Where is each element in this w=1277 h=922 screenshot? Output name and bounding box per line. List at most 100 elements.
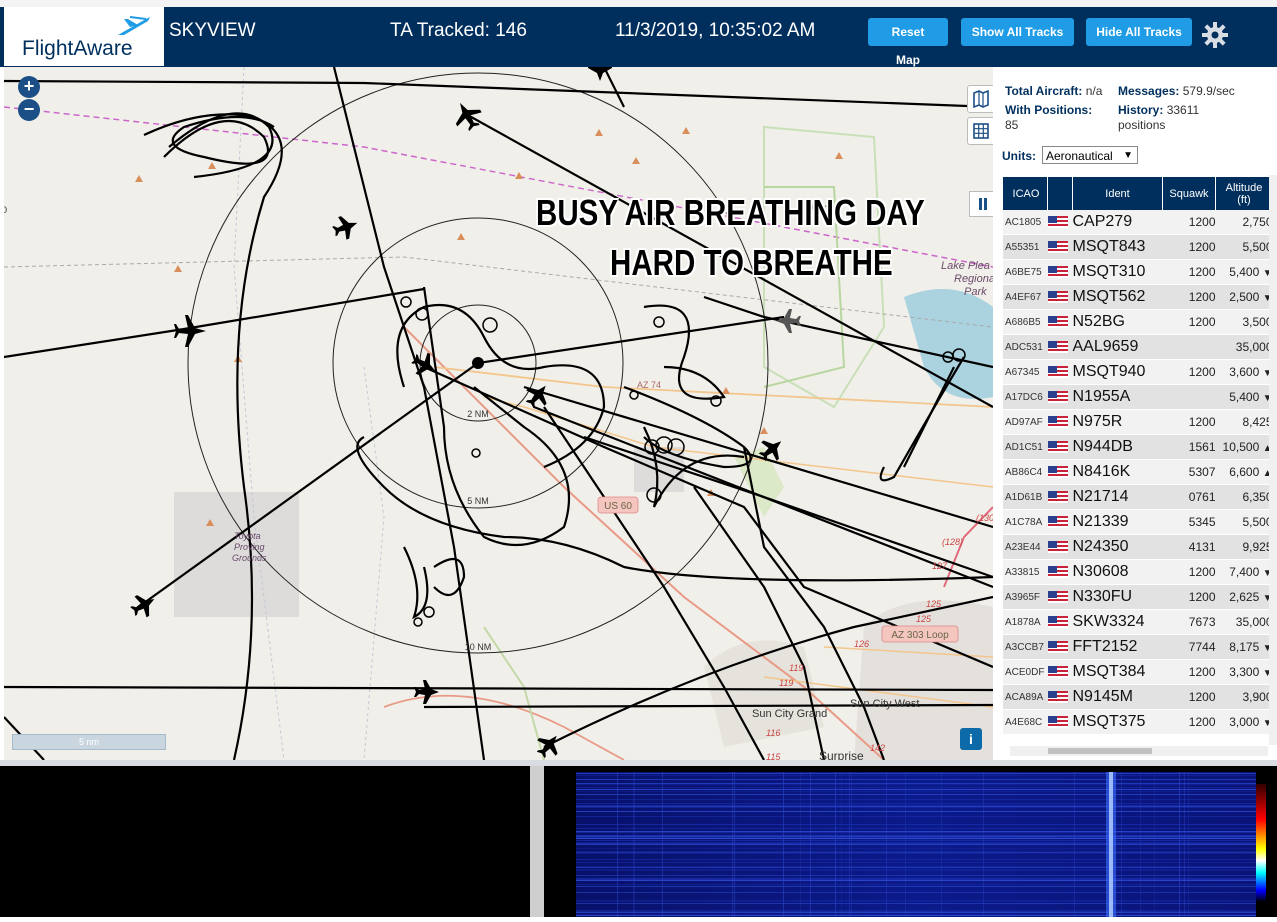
cell-squawk: 1200 (1162, 559, 1216, 585)
table-row[interactable]: AD1C51 N944DB 1561 10,500 ▲ (1003, 434, 1275, 460)
svg-text:116: 116 (766, 728, 780, 738)
units-label: Units: (1002, 149, 1036, 163)
table-row[interactable]: AB86C4 N8416K 5307 6,600 ▲ (1003, 459, 1275, 485)
cell-altitude: 35,000 (1215, 334, 1275, 360)
table-row[interactable]: A23E44 N24350 4131 9,925 (1003, 534, 1275, 560)
cell-ident: MSQT562 (1072, 284, 1163, 310)
range-rings-button[interactable] (967, 117, 993, 145)
cell-altitude: 9,925 (1215, 534, 1275, 560)
with-positions-label: With Positions: (1005, 103, 1093, 117)
cell-altitude: 5,400 ▼ (1215, 259, 1275, 285)
cell-altitude: 3,500 (1215, 309, 1275, 335)
column-toggle-icon (979, 198, 987, 210)
cell-squawk: 1200 (1162, 284, 1216, 310)
messages-stat: Messages: 579.9/sec (1118, 84, 1235, 98)
with-positions-value: 85 (1005, 118, 1019, 132)
table-row[interactable]: A1C78A N21339 5345 5,500 (1003, 509, 1275, 535)
table-row[interactable]: A33815 N30608 1200 7,400 ▼ (1003, 559, 1275, 585)
waterfall-canvas (576, 772, 1256, 917)
zoom-out-button[interactable]: − (18, 99, 40, 121)
app-title: SKYVIEW (169, 20, 256, 41)
table-row[interactable]: ACE0DF MSQT384 1200 3,300 ▼ (1003, 659, 1275, 685)
svg-text:(128): (128) (942, 537, 963, 547)
hide-all-tracks-button[interactable]: Hide All Tracks (1086, 18, 1192, 46)
black-panel (0, 766, 530, 917)
aircraft-panel: Total Aircraft: n/a Messages: 579.9/sec … (993, 67, 1277, 760)
info-button[interactable]: i (960, 728, 982, 750)
table-row[interactable]: A1D61B N21714 0761 6,350 (1003, 484, 1275, 510)
flag-us-icon (1047, 709, 1073, 735)
cell-ident: N8416K (1072, 459, 1163, 485)
cell-icao: ACA89A (1003, 684, 1048, 710)
cell-altitude: 5,400 ▼ (1215, 384, 1275, 410)
panel-separator[interactable] (530, 766, 544, 917)
svg-text:125: 125 (916, 614, 932, 624)
overlay-caption-line2: HARD TO BREATHE (610, 242, 893, 283)
cell-squawk: 1200 (1162, 210, 1216, 235)
table-row[interactable]: A55351 MSQT843 1200 5,500 (1003, 234, 1275, 260)
ta-tracked-count: TA Tracked: 146 (390, 20, 527, 41)
map-canvas[interactable]: 2 NM 5 NM 10 NM US 60 AZ 303 Loop AZ 74 … (4, 67, 993, 760)
table-row[interactable]: A4EF67 MSQT562 1200 2,500 ▼ (1003, 284, 1275, 310)
gear-icon[interactable] (1200, 20, 1230, 50)
column-header-flag[interactable] (1047, 177, 1073, 210)
reset-map-button[interactable]: Reset Map (868, 18, 948, 67)
table-row[interactable]: A3965F N330FU 1200 2,625 ▼ (1003, 584, 1275, 610)
cell-ident: MSQT843 (1072, 234, 1163, 260)
flightaware-logo[interactable]: FlightAware (4, 7, 164, 66)
svg-text:126: 126 (854, 639, 869, 649)
units-select[interactable]: Aeronautical ▼ (1042, 146, 1138, 164)
history-unit: positions (1118, 118, 1166, 132)
cell-altitude: 35,000 (1215, 609, 1275, 635)
table-row[interactable]: A686B5 N52BG 1200 3,500 (1003, 309, 1275, 335)
flag-us-icon (1047, 309, 1073, 335)
column-header-altitude[interactable]: Altitude (ft) (1215, 177, 1275, 210)
svg-text:(130: (130 (976, 513, 993, 523)
column-header-icao[interactable]: ICAO (1003, 177, 1048, 210)
window-top-strip (0, 0, 1277, 7)
panel-toggle-button[interactable] (969, 191, 993, 217)
zoom-in-button[interactable]: + (18, 76, 40, 98)
table-row[interactable]: A67345 MSQT940 1200 3,600 ▼ (1003, 359, 1275, 385)
table-row[interactable]: A17DC6 N1955A 5,400 ▼ (1003, 384, 1275, 410)
horizontal-scrollbar[interactable] (1010, 746, 1268, 756)
table-row[interactable]: A3CCB7 FFT2152 7744 8,175 ▼ (1003, 634, 1275, 660)
cell-squawk: 7673 (1162, 609, 1216, 635)
ring-label-10nm: 10 NM (465, 642, 492, 652)
cell-altitude: 3,600 ▼ (1215, 359, 1275, 385)
table-row[interactable]: ACA89A N9145M 1200 3,900 (1003, 684, 1275, 710)
table-row[interactable]: A1878A SKW3324 7673 35,000 (1003, 609, 1275, 635)
cell-altitude: 2,500 ▼ (1215, 284, 1275, 310)
cell-ident: N24350 (1072, 534, 1163, 560)
column-header-squawk[interactable]: Squawk (1162, 177, 1216, 210)
table-row[interactable]: A4E68C MSQT375 1200 3,000 ▼ (1003, 709, 1275, 735)
map-layers-button[interactable] (967, 85, 993, 113)
column-header-ident[interactable]: Ident (1072, 177, 1163, 210)
cell-icao: A1878A (1003, 609, 1048, 635)
map-view[interactable]: 2 NM 5 NM 10 NM US 60 AZ 303 Loop AZ 74 … (4, 67, 993, 760)
table-row[interactable]: AD97AF N975R 1200 8,425 (1003, 409, 1275, 435)
toyota-label-3: Grounds (232, 553, 267, 563)
flag-us-icon (1047, 684, 1073, 710)
chevron-down-icon: ▼ (1123, 150, 1133, 161)
svg-text:127: 127 (932, 561, 948, 571)
table-row[interactable]: A6BE75 MSQT310 1200 5,400 ▼ (1003, 259, 1275, 285)
svg-text:142: 142 (870, 743, 885, 753)
cell-icao: AC1805 (1003, 210, 1048, 235)
flag-us-icon (1047, 534, 1073, 560)
cell-icao: A4E68C (1003, 709, 1048, 735)
flag-us-icon (1047, 284, 1073, 310)
flag-us-icon (1047, 210, 1073, 235)
cell-altitude: 6,600 ▲ (1215, 459, 1275, 485)
flag-us-icon (1047, 434, 1073, 460)
cell-icao: A67345 (1003, 359, 1048, 385)
vertical-scrollbar[interactable] (1269, 175, 1277, 745)
road-label-az74: AZ 74 (637, 380, 661, 390)
cell-icao: A55351 (1003, 234, 1048, 260)
cell-icao: A1D61B (1003, 484, 1048, 510)
ring-label-2nm: 2 NM (467, 409, 489, 419)
show-all-tracks-button[interactable]: Show All Tracks (961, 18, 1074, 46)
cell-altitude: 5,500 (1215, 234, 1275, 260)
table-row[interactable]: ADC531 AAL9659 35,000 (1003, 334, 1275, 360)
table-row[interactable]: AC1805 CAP279 1200 2,750 (1003, 210, 1275, 235)
